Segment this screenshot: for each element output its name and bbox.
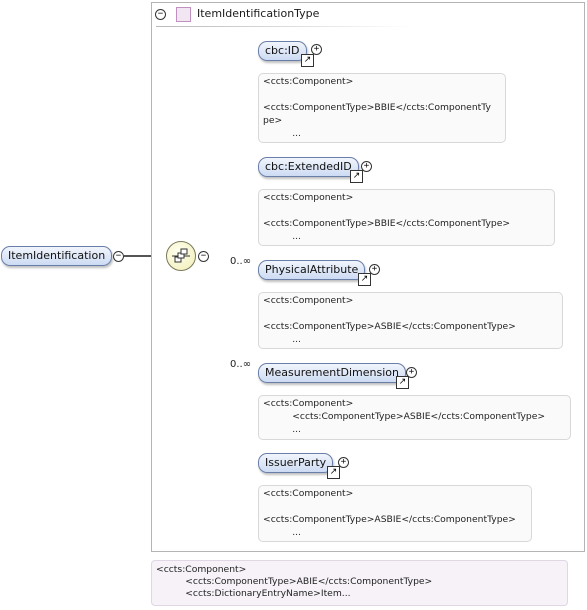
reference-arrow-icon: ↗ (350, 170, 363, 183)
expand-toggle-MeasurementDimension[interactable]: + (406, 367, 417, 378)
annotation-MeasurementDimension: <ccts:Component> <ccts:ComponentType>ASB… (258, 395, 571, 440)
compositor-collapse-toggle[interactable]: − (198, 251, 209, 262)
sequence-compositor[interactable] (166, 241, 196, 271)
complex-type-icon (176, 7, 191, 22)
annotation-ItemIdentification: <ccts:Component> <ccts:ComponentType>ABI… (151, 560, 568, 606)
expand-toggle-cbc-ExtendedID[interactable]: + (361, 161, 372, 172)
expand-toggle-IssuerParty[interactable]: + (338, 457, 349, 468)
reference-arrow-icon: ↗ (358, 273, 371, 286)
annotation-cbc-ID: <ccts:Component> <ccts:ComponentType>BBI… (258, 73, 506, 143)
type-name: ItemIdentificationType (197, 7, 320, 20)
element-PhysicalAttribute[interactable]: PhysicalAttribute (258, 260, 366, 280)
element-IssuerParty[interactable]: IssuerParty (258, 453, 334, 473)
sequence-icon (172, 248, 190, 263)
type-collapse-toggle[interactable]: − (155, 9, 166, 20)
annotation-IssuerParty: <ccts:Component> <ccts:ComponentType>ASB… (258, 485, 532, 542)
type-header-divider (156, 26, 414, 27)
reference-arrow-icon: ↗ (327, 466, 340, 479)
annotation-cbc-ExtendedID: <ccts:Component> <ccts:ComponentType>BBI… (258, 189, 555, 246)
annotation-PhysicalAttribute: <ccts:Component> <ccts:ComponentType>ASB… (258, 292, 563, 349)
element-MeasurementDimension[interactable]: MeasurementDimension (258, 363, 406, 383)
reference-arrow-icon: ↗ (396, 376, 409, 389)
occurrence-MeasurementDimension: 0..∞ (230, 359, 252, 370)
element-cbc-ID[interactable]: cbc:ID (258, 41, 307, 61)
expand-toggle-cbc-ID[interactable]: + (311, 44, 322, 55)
reference-arrow-icon: ↗ (301, 54, 314, 67)
root-element-collapse-toggle[interactable]: − (113, 251, 124, 262)
expand-toggle-PhysicalAttribute[interactable]: + (369, 264, 380, 275)
type-header: − ItemIdentificationType (154, 6, 414, 24)
root-element-ItemIdentification[interactable]: ItemIdentification (1, 246, 113, 266)
occurrence-PhysicalAttribute: 0..∞ (230, 256, 252, 267)
element-cbc-ExtendedID[interactable]: cbc:ExtendedID (258, 157, 359, 177)
